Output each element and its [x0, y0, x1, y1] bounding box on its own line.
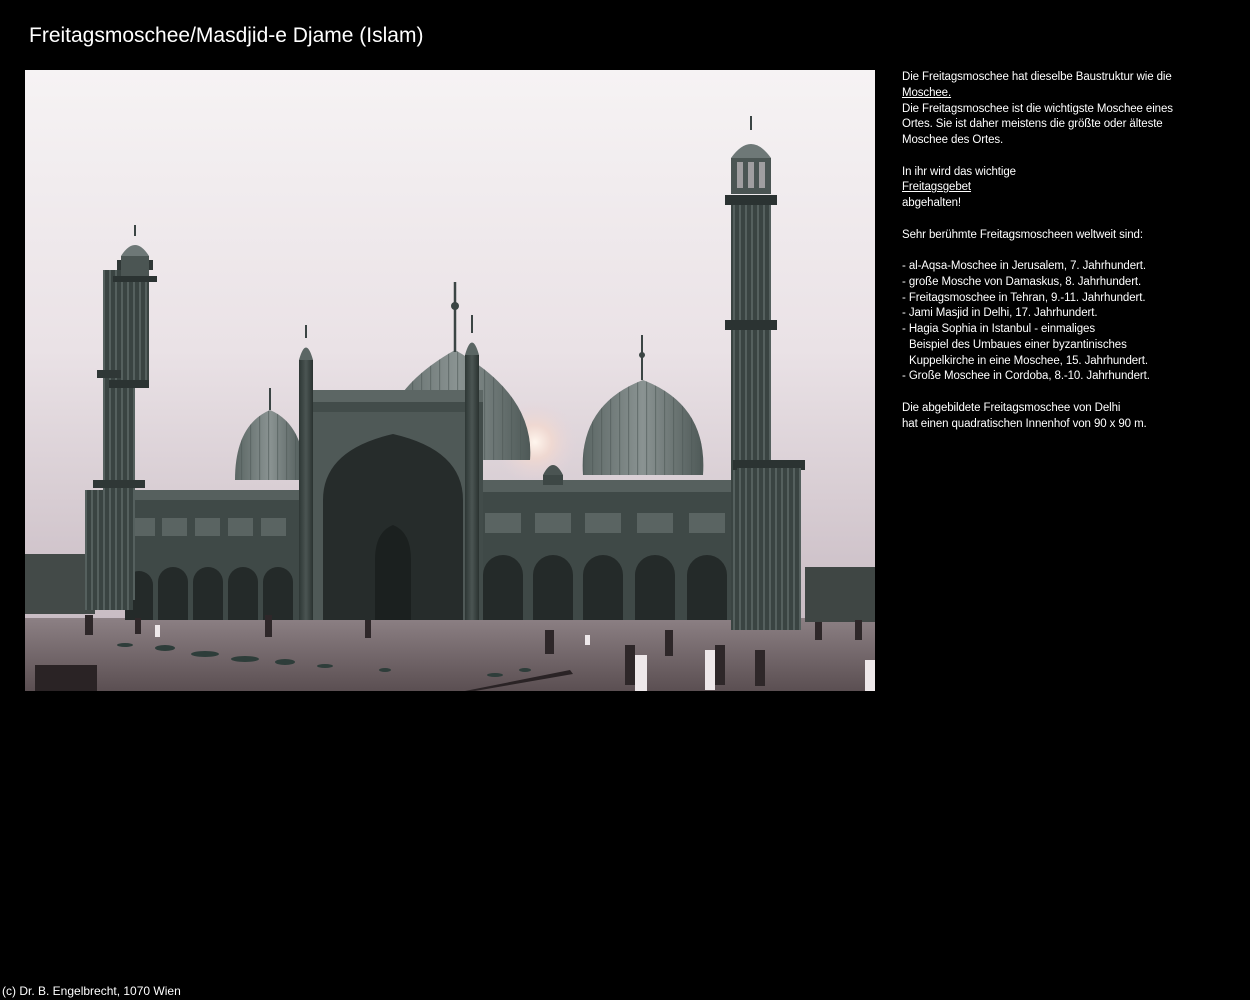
- list-item: - große Mosche von Damaskus, 8. Jahrhund…: [902, 275, 1142, 288]
- intro-line-2: Die Freitagsmoschee ist die wichtigste M…: [902, 102, 1173, 115]
- friday-line-2: abgehalten!: [902, 197, 962, 209]
- freitagsgebet-link[interactable]: Freitagsgebet: [902, 181, 971, 193]
- moschee-link[interactable]: Moschee.: [902, 87, 951, 99]
- intro-line-1: Die Freitagsmoschee hat dieselbe Baustru…: [902, 71, 1172, 83]
- intro-line-3: Ortes. Sie ist daher meistens die größte…: [902, 118, 1163, 131]
- list-item: - Große Moschee in Cordoba, 8.-10. Jahrh…: [902, 370, 1150, 383]
- list-item: - Jami Masjid in Delhi, 17. Jahrhundert.: [902, 307, 1098, 320]
- list-item: - al-Aqsa-Moschee in Jerusalem, 7. Jahrh…: [902, 260, 1146, 272]
- list-item: - Hagia Sophia in Istanbul - einmaliges: [902, 323, 1095, 335]
- list-item: - Freitagsmoschee in Tehran, 9.-11. Jahr…: [902, 291, 1146, 304]
- friday-line-1: In ihr wird das wichtige: [902, 165, 1016, 178]
- list-item-continuation: Kuppelkirche in eine Moschee, 15. Jahrhu…: [909, 354, 1148, 367]
- page-title: Freitagsmoschee/Masdjid-e Djame (Islam): [29, 24, 424, 47]
- famous-heading: Sehr berühmte Freitagsmoscheen weltweit …: [902, 228, 1143, 241]
- closing-line-1: Die abgebildete Freitagsmoschee von Delh…: [902, 401, 1121, 414]
- description-panel: Die Freitagsmoschee hat dieselbe Baustru…: [902, 70, 1222, 432]
- closing-line-2: hat einen quadratischen Innenhof von 90 …: [902, 417, 1147, 430]
- mosque-photo: [25, 70, 875, 691]
- list-item-continuation: Beispiel des Umbaues einer byzantinische…: [909, 338, 1127, 351]
- mosque-illustration: [25, 70, 875, 691]
- intro-line-4: Moschee des Ortes.: [902, 134, 1004, 146]
- copyright-footer: (c) Dr. B. Engelbrecht, 1070 Wien: [2, 984, 181, 998]
